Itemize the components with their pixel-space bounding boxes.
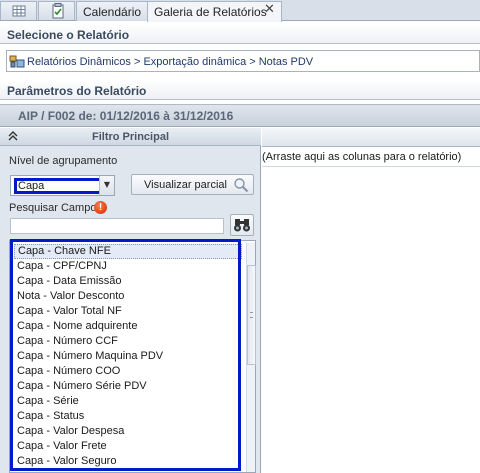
- checklist-icon: [52, 3, 64, 19]
- list-item[interactable]: Capa - Série: [14, 394, 242, 409]
- period-bar: AIP / F002 de: 01/12/2016 à 31/12/2016: [0, 104, 480, 127]
- visualizar-label: Visualizar parcial: [144, 179, 227, 191]
- search-button[interactable]: [230, 214, 254, 236]
- close-icon[interactable]: ✕: [264, 2, 275, 17]
- tab-home[interactable]: [0, 1, 37, 20]
- list-item[interactable]: Capa - Valor Frete: [14, 439, 242, 454]
- parametros-header: Parâmetros do Relatório: [0, 80, 480, 100]
- nivel-value: Capa: [14, 178, 102, 194]
- binoculars-icon: [234, 219, 250, 232]
- list-item[interactable]: Capa - Número Maquina PDV: [14, 349, 242, 364]
- report-path-field[interactable]: Relatórios Dinâmicos > Exportação dinâmi…: [6, 50, 480, 72]
- list-item[interactable]: Capa - Valor Despesa: [14, 424, 242, 439]
- list-item[interactable]: Nota - Valor Desconto: [14, 289, 242, 304]
- list-item[interactable]: Capa - CPF/CPNJ: [14, 259, 242, 274]
- chevron-down-icon[interactable]: ▼: [99, 176, 114, 195]
- campos-list[interactable]: Capa - Chave NFE Capa - CPF/CPNJ Capa - …: [9, 240, 256, 473]
- scroll-thumb[interactable]: [247, 265, 256, 365]
- list-item[interactable]: Capa - Número Série PDV: [14, 379, 242, 394]
- list-item[interactable]: Capa - Número CCF: [14, 334, 242, 349]
- nivel-agrupamento-select[interactable]: Capa ▼: [10, 175, 115, 196]
- list-item[interactable]: Capa - Data Emissão: [14, 274, 242, 289]
- tab-galeria-relatorios[interactable]: Galeria de Relatórios: [147, 1, 282, 22]
- nivel-agrupamento-label: Nível de agrupamento: [9, 155, 118, 167]
- tab-calendario[interactable]: Calendário: [76, 1, 149, 21]
- list-item[interactable]: Capa - Valor Seguro: [14, 454, 242, 469]
- tab-tasks[interactable]: [38, 1, 75, 20]
- list-scrollbar[interactable]: [246, 243, 256, 472]
- filtro-header: Filtro Principal: [0, 128, 261, 146]
- report-grid-panel: (Arraste aqui as colunas para o relatóri…: [262, 128, 480, 473]
- list-item[interactable]: Capa - Valor Total NF: [14, 304, 242, 319]
- grid-icon: [12, 5, 26, 17]
- grip-icon: [250, 312, 253, 318]
- tab-strip: Calendário Galeria de Relatórios ✕: [0, 0, 480, 22]
- tab-label: Galeria de Relatórios: [154, 5, 267, 19]
- list-item[interactable]: Capa - Número COO: [14, 364, 242, 379]
- filtro-title: Filtro Principal: [91, 131, 169, 143]
- report-tree-icon: [9, 55, 25, 68]
- list-item[interactable]: Capa - Nome adquirente: [14, 319, 242, 334]
- list-item[interactable]: Capa - Status: [14, 409, 242, 424]
- magnifier-icon: [234, 178, 249, 193]
- grid-column-header: [262, 128, 480, 147]
- visualizar-parcial-button[interactable]: Visualizar parcial: [131, 174, 254, 195]
- pesquisar-campo-input[interactable]: [10, 218, 224, 234]
- warning-icon: !: [94, 201, 107, 214]
- campos-list-items: Capa - Chave NFE Capa - CPF/CPNJ Capa - …: [14, 244, 242, 469]
- filtro-principal-panel: Filtro Principal Nível de agrupamento Ca…: [0, 128, 261, 473]
- list-item[interactable]: Capa - Chave NFE: [14, 244, 242, 259]
- report-path-text: Relatórios Dinâmicos > Exportação dinâmi…: [27, 56, 314, 68]
- pesquisar-campo-label: Pesquisar Campo: [9, 202, 97, 214]
- selecione-header: Selecione o Relatório: [0, 24, 480, 44]
- drop-columns-hint[interactable]: (Arraste aqui as colunas para o relatóri…: [262, 147, 480, 167]
